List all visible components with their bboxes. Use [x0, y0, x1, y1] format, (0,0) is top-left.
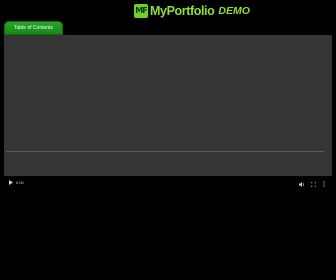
- header: MF MyPortfolio DEMO: [0, 0, 336, 22]
- time-display: 0:00: [16, 180, 24, 185]
- fullscreen-button[interactable]: [310, 179, 317, 187]
- logo-mark-icon: MF: [134, 4, 148, 18]
- more-options-button[interactable]: [323, 179, 327, 187]
- play-icon: [9, 180, 13, 185]
- logo-text: MyPortfolio: [150, 3, 215, 18]
- more-vertical-icon: [323, 174, 325, 192]
- logo-demo-badge: DEMO: [218, 4, 250, 17]
- video-player[interactable]: 0:00: [4, 35, 332, 189]
- table-of-contents-label: Table of Contents: [14, 25, 53, 31]
- table-of-contents-button[interactable]: Table of Contents: [4, 21, 63, 35]
- progress-bar[interactable]: [6, 151, 324, 152]
- video-controls: 0:00: [4, 176, 332, 189]
- video-area[interactable]: [4, 35, 332, 176]
- play-button[interactable]: [9, 179, 15, 186]
- volume-button[interactable]: [299, 179, 305, 187]
- logo: MF MyPortfolio DEMO: [134, 3, 250, 19]
- volume-icon: [299, 174, 305, 192]
- logo-mark-text: MF: [135, 6, 147, 15]
- page: MF MyPortfolio DEMO Table of Contents 0:…: [0, 0, 336, 280]
- fullscreen-icon: [310, 174, 317, 192]
